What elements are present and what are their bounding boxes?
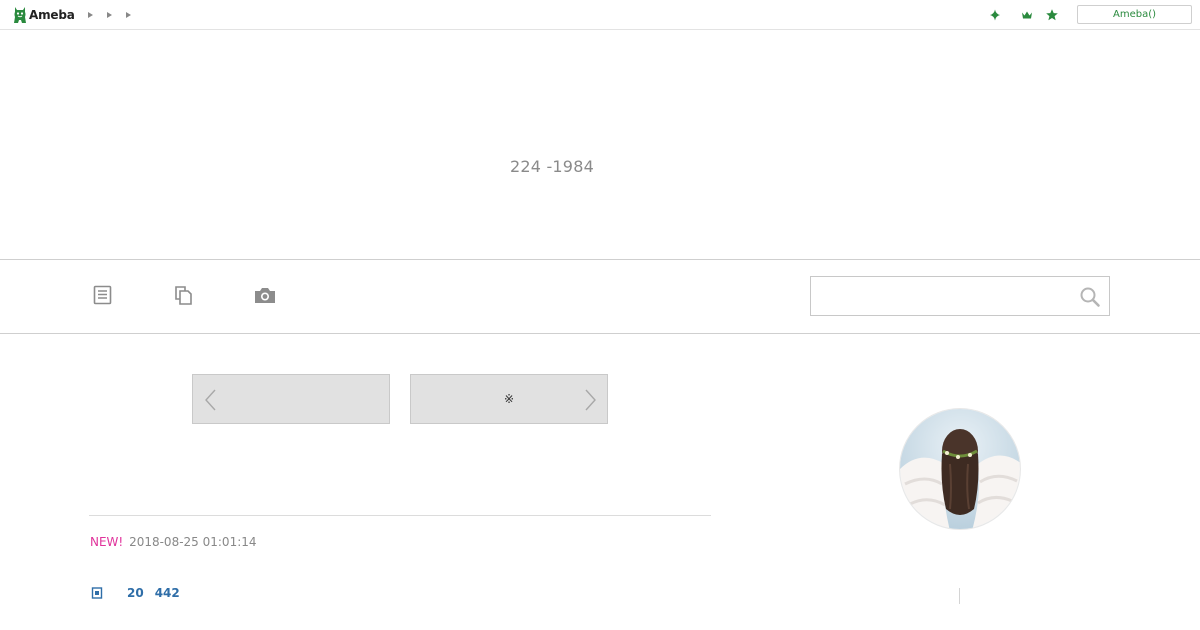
blog-title[interactable]: 224 -1984: [0, 157, 1104, 176]
breadcrumb: [88, 9, 145, 21]
like-count[interactable]: 20: [127, 586, 144, 600]
profile-avatar[interactable]: [899, 408, 1021, 530]
new-badge: NEW!: [90, 535, 124, 549]
previous-entry-label: [193, 375, 389, 423]
next-entry-label: ※: [503, 392, 515, 406]
logo-text: Ameba: [29, 8, 75, 22]
entry-date: 2018-08-25 01:01:14: [129, 535, 257, 549]
breadcrumb-item-1[interactable]: [88, 9, 107, 21]
ameba-logo[interactable]: Ameba: [13, 5, 75, 25]
chevron-right-icon: [585, 389, 596, 411]
ameba-mascot-icon: [14, 7, 26, 23]
search-input[interactable]: [811, 277, 1071, 315]
global-header: Ameba Ameba(): [0, 0, 1200, 30]
ameba-login-button[interactable]: Ameba(): [1077, 5, 1192, 24]
entry-meta: NEW! 2018-08-25 01:01:14: [90, 535, 257, 549]
entry-stats: 20 442: [90, 585, 180, 601]
sidebar-divider: [959, 588, 960, 604]
blog-nav: [0, 260, 1200, 334]
chevron-right-icon: [126, 12, 131, 18]
profile-photo: [900, 409, 1020, 529]
theme-list-icon[interactable]: [172, 284, 196, 306]
search-icon[interactable]: [1079, 286, 1101, 308]
previous-entry-button[interactable]: [192, 374, 390, 424]
chevron-right-icon: [88, 12, 93, 18]
comment-count[interactable]: 442: [155, 586, 180, 600]
entry-divider: [89, 515, 711, 516]
photo-camera-icon[interactable]: [253, 284, 277, 306]
next-entry-button[interactable]: ※: [410, 374, 608, 424]
blog-search-box: [810, 276, 1110, 316]
star-icon[interactable]: [1045, 8, 1059, 22]
reblog-icon[interactable]: [90, 586, 104, 600]
breadcrumb-item-2[interactable]: [107, 9, 126, 21]
blog-header: 224 -1984: [0, 30, 1200, 260]
crown-icon[interactable]: [1020, 8, 1034, 22]
breadcrumb-item-3[interactable]: [126, 9, 145, 21]
chevron-right-icon: [107, 12, 112, 18]
sparkle-icon[interactable]: [988, 8, 1002, 22]
entry-list-icon[interactable]: [91, 284, 115, 306]
